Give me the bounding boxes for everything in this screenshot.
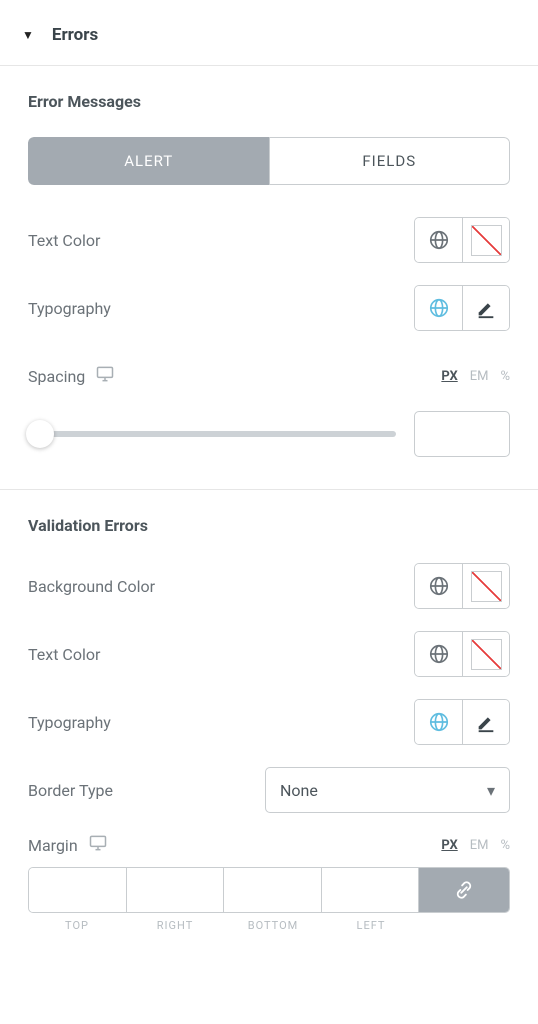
label-typography: Typography <box>28 299 111 318</box>
label-typography: Typography <box>28 713 111 732</box>
control-typography <box>414 285 510 331</box>
spacing-slider[interactable] <box>28 431 396 437</box>
caret-down-icon: ▼ <box>22 28 34 42</box>
label-spacing: Spacing <box>28 364 115 388</box>
tab-fields[interactable]: FIELDS <box>269 137 511 185</box>
margin-label-bottom: BOTTOM <box>224 919 322 932</box>
spacing-input[interactable] <box>414 411 510 457</box>
edit-button[interactable] <box>462 286 509 330</box>
control-background-color <box>414 563 510 609</box>
globe-icon[interactable] <box>415 564 462 608</box>
group-title: Validation Errors <box>28 516 510 535</box>
margin-label-top: TOP <box>28 919 126 932</box>
row-typography: Typography <box>28 697 510 747</box>
row-margin-header: Margin PX EM % <box>28 833 510 857</box>
color-swatch-none <box>471 225 502 256</box>
margin-right-input[interactable] <box>127 868 224 912</box>
border-type-value: None <box>280 781 318 800</box>
spacing-units: PX EM % <box>441 369 510 384</box>
label-margin: Margin <box>28 833 108 857</box>
globe-icon[interactable] <box>415 700 462 744</box>
group-validation-errors: Validation Errors Background Color Text … <box>0 490 538 960</box>
edit-button[interactable] <box>462 700 509 744</box>
responsive-icon[interactable] <box>88 833 108 857</box>
globe-icon[interactable] <box>415 632 462 676</box>
responsive-icon[interactable] <box>95 364 115 388</box>
group-title: Error Messages <box>28 92 510 111</box>
margin-top-input[interactable] <box>29 868 126 912</box>
margin-bottom-input[interactable] <box>224 868 321 912</box>
control-typography <box>414 699 510 745</box>
margin-label-right: RIGHT <box>126 919 224 932</box>
tab-alert[interactable]: ALERT <box>28 137 269 185</box>
margin-units: PX EM % <box>441 838 510 853</box>
group-error-messages: Error Messages ALERT FIELDS Text Color T… <box>0 66 538 489</box>
color-picker-button[interactable] <box>462 218 509 262</box>
control-text-color <box>414 217 510 263</box>
row-background-color: Background Color <box>28 561 510 611</box>
row-border-type: Border Type None ▾ <box>28 765 510 815</box>
unit-px[interactable]: PX <box>441 369 457 384</box>
margin-label-left: LEFT <box>322 919 420 932</box>
unit-px[interactable]: PX <box>441 838 457 853</box>
unit-em[interactable]: EM <box>470 369 489 384</box>
spacing-slider-row <box>28 411 510 457</box>
control-text-color <box>414 631 510 677</box>
link-values-button[interactable] <box>419 868 509 912</box>
row-typography: Typography <box>28 283 510 333</box>
section-title: Errors <box>52 25 98 45</box>
unit-pct[interactable]: % <box>500 369 510 384</box>
label-text-color: Text Color <box>28 645 100 664</box>
border-type-select[interactable]: None ▾ <box>265 767 510 813</box>
row-text-color: Text Color <box>28 629 510 679</box>
section-header-errors[interactable]: ▼ Errors <box>0 0 538 65</box>
chevron-down-icon: ▾ <box>487 781 495 800</box>
slider-thumb[interactable] <box>26 420 54 448</box>
border-type-select-wrap: None ▾ <box>265 767 510 813</box>
margin-inputs <box>28 867 510 913</box>
margin-left-input[interactable] <box>322 868 419 912</box>
margin-side-labels: TOP RIGHT BOTTOM LEFT <box>28 919 510 932</box>
color-swatch-none <box>471 639 502 670</box>
unit-pct[interactable]: % <box>500 838 510 853</box>
color-picker-button[interactable] <box>462 564 509 608</box>
globe-icon[interactable] <box>415 286 462 330</box>
color-swatch-none <box>471 571 502 602</box>
label-background-color: Background Color <box>28 577 155 596</box>
unit-em[interactable]: EM <box>470 838 489 853</box>
label-border-type: Border Type <box>28 781 113 800</box>
globe-icon[interactable] <box>415 218 462 262</box>
row-spacing-header: Spacing PX EM % <box>28 351 510 401</box>
message-tabs: ALERT FIELDS <box>28 137 510 185</box>
label-text-color: Text Color <box>28 231 100 250</box>
row-text-color: Text Color <box>28 215 510 265</box>
color-picker-button[interactable] <box>462 632 509 676</box>
